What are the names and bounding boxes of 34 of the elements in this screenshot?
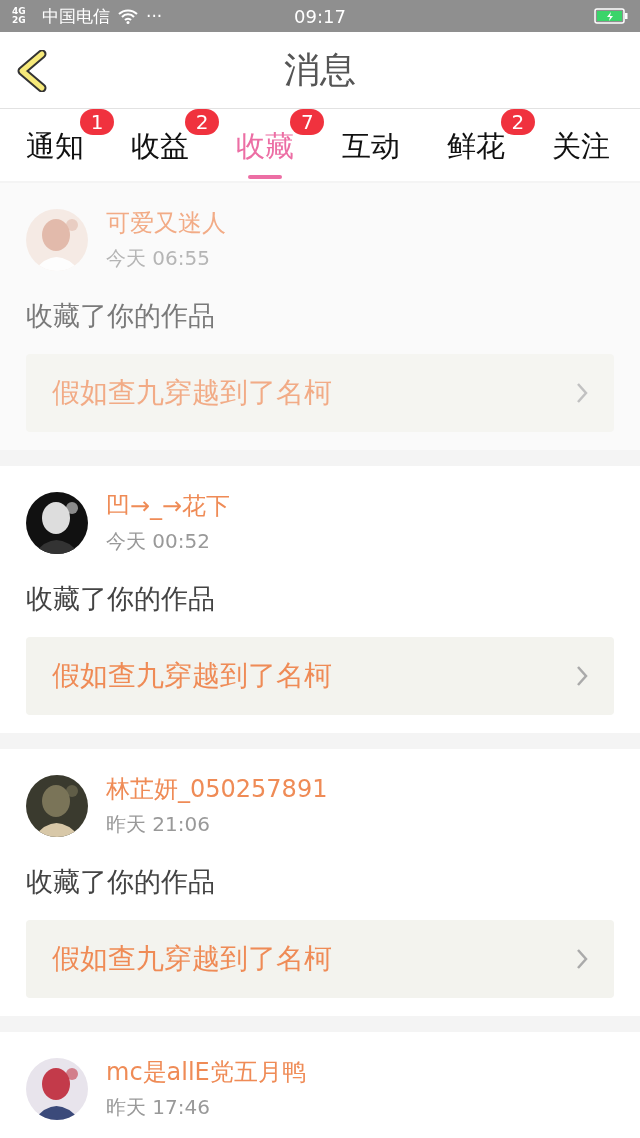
chevron-right-icon bbox=[576, 382, 588, 404]
tab[interactable]: 互动 bbox=[333, 109, 430, 181]
page-title: 消息 bbox=[284, 47, 356, 92]
wifi-icon bbox=[118, 8, 138, 24]
tab[interactable]: 通知 1 bbox=[18, 109, 114, 181]
message-time: 昨天 21:06 bbox=[106, 811, 211, 838]
count-badge: 7 bbox=[290, 109, 325, 135]
chevron-right-icon bbox=[576, 948, 588, 970]
battery-icon bbox=[594, 8, 628, 24]
tab[interactable]: 收藏 7 bbox=[228, 109, 325, 181]
work-link[interactable]: 假如查九穿越到了名柯 bbox=[26, 637, 614, 715]
tab[interactable]: 关注 bbox=[543, 109, 640, 181]
count-badge: 2 bbox=[185, 109, 220, 135]
count-badge: 2 bbox=[500, 109, 535, 135]
more-dots: ··· bbox=[146, 6, 163, 26]
network-indicator: 4G 2G bbox=[12, 7, 27, 25]
clock-time: 09:17 bbox=[294, 5, 346, 27]
user-name[interactable]: 凹→_→花下 bbox=[106, 490, 231, 522]
work-link[interactable]: 假如查九穿越到了名柯 bbox=[26, 354, 614, 432]
tab[interactable]: 鲜花 2 bbox=[438, 109, 535, 181]
carrier-name: 中国电信 bbox=[42, 4, 110, 28]
message-time: 今天 06:55 bbox=[106, 245, 211, 272]
count-badge: 1 bbox=[80, 109, 114, 135]
message-time: 昨天 17:46 bbox=[106, 1094, 211, 1121]
tab[interactable]: 收益 2 bbox=[123, 109, 220, 181]
user-name[interactable]: 可爱又迷人 bbox=[106, 207, 226, 239]
message-text: 收藏了你的作品 bbox=[26, 865, 215, 899]
user-name[interactable]: mc是allE党五月鸭 bbox=[106, 1056, 306, 1088]
chevron-right-icon bbox=[576, 665, 588, 687]
user-name[interactable]: 林芷妍_050257891 bbox=[106, 773, 328, 805]
message-time: 今天 00:52 bbox=[106, 528, 211, 555]
message-text: 收藏了你的作品 bbox=[26, 582, 215, 616]
message-text: 收藏了你的作品 bbox=[26, 299, 215, 333]
work-link[interactable]: 假如查九穿越到了名柯 bbox=[26, 920, 614, 998]
